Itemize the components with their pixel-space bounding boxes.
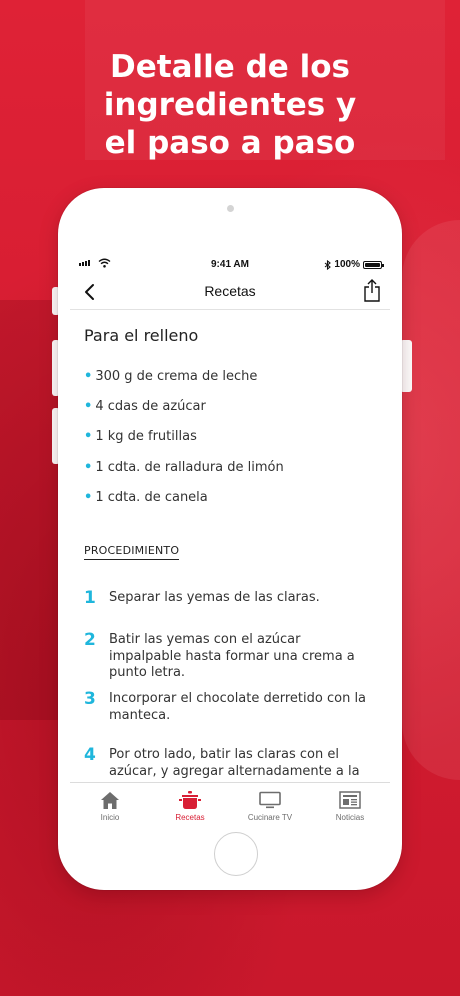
- step-item: 3 Incorporar el chocolate derretido con …: [84, 691, 384, 724]
- step-line: Por otro lado, batir las claras con el: [109, 747, 339, 762]
- tab-label: Recetas: [175, 813, 205, 822]
- ingredient-item: • 1 kg de frutillas: [84, 429, 197, 444]
- step-line: impalpable hasta formar una crema a: [109, 648, 355, 664]
- tab-label: Inicio: [100, 813, 120, 822]
- step-item: 4 Por otro lado, batir las claras con el…: [84, 747, 384, 780]
- status-right: 100%: [324, 259, 384, 270]
- tab-noticias[interactable]: Noticias: [310, 789, 390, 822]
- phone-home-button[interactable]: [214, 832, 258, 876]
- tv-icon: [259, 791, 281, 809]
- phone-camera: [227, 205, 234, 212]
- status-bar: 9:41 AM 100%: [70, 256, 390, 274]
- tab-inicio[interactable]: Inicio: [70, 789, 150, 822]
- home-icon: [101, 791, 119, 809]
- app-screen: 9:41 AM 100% Recetas Para el relleno • 30…: [70, 256, 390, 828]
- tab-label: Cucinare TV: [247, 813, 293, 822]
- bullet-icon: •: [84, 460, 93, 475]
- background-shape: [0, 300, 60, 720]
- share-icon[interactable]: [360, 278, 384, 304]
- tab-cucinare-tv[interactable]: Cucinare TV: [230, 789, 310, 822]
- newspaper-icon: [339, 791, 361, 809]
- nav-bar: Recetas: [70, 274, 390, 310]
- step-number: 3: [84, 689, 96, 709]
- tab-label: Noticias: [335, 813, 365, 822]
- step-line: punto letra.: [109, 665, 186, 680]
- step-line: Incorporar el chocolate derretido con la: [109, 691, 367, 706]
- bluetooth-icon: [325, 259, 332, 270]
- bullet-icon: •: [84, 369, 93, 384]
- tab-recetas[interactable]: Recetas: [150, 789, 230, 822]
- nav-title: Recetas: [204, 283, 256, 299]
- step-line: Batir las yemas con el azúcar: [109, 632, 301, 647]
- tab-bar: Inicio Recetas Cucinare TV Noticias: [70, 782, 390, 828]
- battery-percent: 100%: [334, 259, 360, 270]
- ingredient-item: • 300 g de crema de leche: [84, 369, 257, 384]
- step-number: 4: [84, 745, 96, 765]
- headline-line: Detalle de los: [110, 49, 350, 85]
- pot-icon: [179, 791, 201, 809]
- recipe-content: Para el relleno • 300 g de crema de leche…: [70, 310, 390, 782]
- background-shape: [402, 220, 460, 780]
- step-line: azúcar, y agregar alternadamente a la: [109, 763, 360, 779]
- ingredient-item: • 4 cdas de azúcar: [84, 399, 206, 414]
- step-item: 2 Batir las yemas con el azúcar impalpab…: [84, 632, 384, 682]
- ingredient-text: 4 cdas de azúcar: [95, 399, 206, 414]
- headline-line: el paso a paso: [104, 125, 356, 161]
- step-line: manteca.: [109, 707, 171, 723]
- bullet-icon: •: [84, 399, 93, 414]
- bullet-icon: •: [84, 429, 93, 444]
- promo-headline: Detalle de los ingredientes y el paso a …: [0, 48, 460, 162]
- ingredient-item: • 1 cdta. de canela: [84, 490, 208, 505]
- step-line: Separar las yemas de las claras.: [109, 590, 320, 605]
- step-text: Por otro lado, batir las claras con el a…: [109, 747, 360, 780]
- step-item: 1 Separar las yemas de las claras.: [84, 590, 384, 607]
- ingredient-text: 1 cdta. de canela: [95, 490, 208, 505]
- step-number: 1: [84, 588, 96, 608]
- procedure-title: PROCEDIMIENTO: [84, 544, 180, 560]
- step-text: Batir las yemas con el azúcar impalpable…: [109, 632, 355, 682]
- ingredient-text: 1 kg de frutillas: [95, 429, 197, 444]
- bullet-icon: •: [84, 490, 93, 505]
- section-title: Para el relleno: [84, 326, 199, 345]
- step-text: Incorporar el chocolate derretido con la…: [109, 691, 366, 724]
- ingredient-item: • 1 cdta. de ralladura de limón: [84, 460, 284, 475]
- ingredient-text: 300 g de crema de leche: [95, 369, 258, 384]
- headline-line: ingredientes y: [103, 87, 357, 123]
- battery-icon: [363, 260, 384, 269]
- ingredient-text: 1 cdta. de ralladura de limón: [95, 460, 284, 475]
- step-text: Separar las yemas de las claras.: [109, 590, 320, 607]
- step-number: 2: [84, 630, 96, 650]
